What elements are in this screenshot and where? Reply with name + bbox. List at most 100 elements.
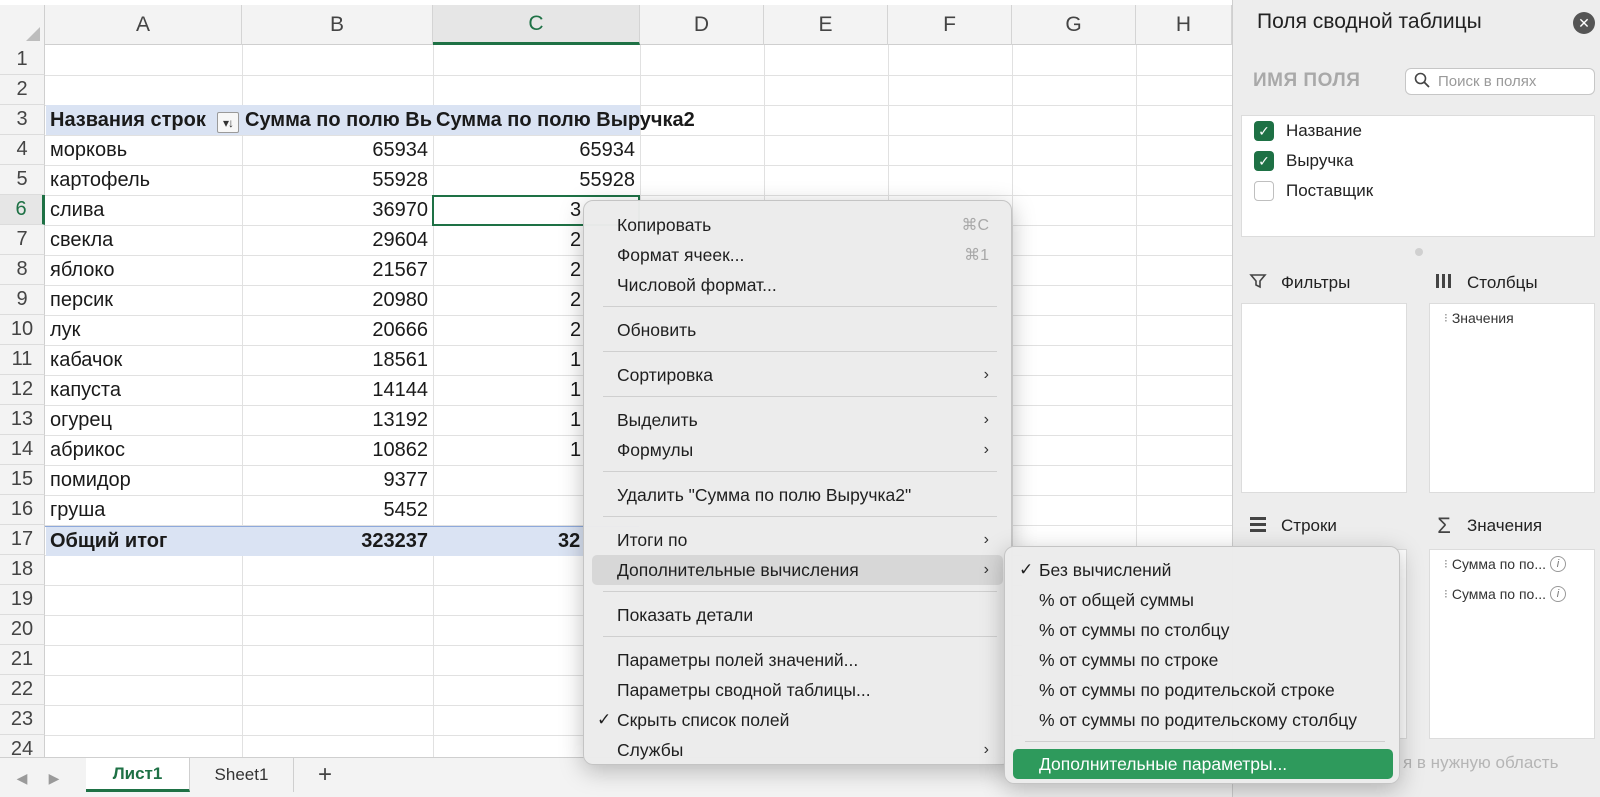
pivot-row-label[interactable]: яблоко: [45, 255, 242, 285]
pivot-value-b[interactable]: 18561: [242, 345, 433, 375]
pivot-value-b[interactable]: 36970: [242, 195, 433, 225]
pivot-value-b[interactable]: 20980: [242, 285, 433, 315]
column-header-d[interactable]: D: [640, 5, 764, 45]
resize-handle[interactable]: [1415, 248, 1423, 256]
menu-item-copy[interactable]: Копировать ⌘C: [592, 210, 1003, 240]
menu-item-pivot-options[interactable]: Параметры сводной таблицы...: [592, 675, 1003, 705]
row-header[interactable]: 5: [0, 165, 45, 195]
sheet-tab-sheet1[interactable]: Sheet1: [190, 758, 294, 792]
pivot-value-c[interactable]: 65934: [433, 135, 640, 165]
pivot-value-b[interactable]: 13192: [242, 405, 433, 435]
column-header-c[interactable]: C: [433, 5, 640, 45]
column-header-g[interactable]: G: [1012, 5, 1136, 45]
pivot-value-c[interactable]: 55928: [433, 165, 640, 195]
pivot-row-label[interactable]: свекла: [45, 225, 242, 255]
menu-item-refresh[interactable]: Обновить: [592, 315, 1003, 345]
row-header[interactable]: 10: [0, 315, 45, 345]
pivot-value-b[interactable]: 65934: [242, 135, 433, 165]
pivot-row-label[interactable]: морковь: [45, 135, 242, 165]
sheet-tab-list1[interactable]: Лист1: [86, 758, 190, 792]
row-header[interactable]: 18: [0, 555, 45, 585]
field-item-name[interactable]: ✓ Название: [1254, 119, 1362, 143]
checkbox-unchecked-icon[interactable]: [1254, 181, 1274, 201]
submenu-item-pct-parent-column[interactable]: % от суммы по родительскому столбцу: [1013, 705, 1393, 735]
row-header[interactable]: 16: [0, 495, 45, 525]
info-icon[interactable]: i: [1550, 586, 1566, 602]
menu-item-show-values-as[interactable]: Дополнительные вычисления ›: [592, 555, 1003, 585]
row-header[interactable]: 20: [0, 615, 45, 645]
pivot-value-b[interactable]: 14144: [242, 375, 433, 405]
field-item-supplier[interactable]: Поставщик: [1254, 179, 1373, 203]
pivot-value-b[interactable]: 10862: [242, 435, 433, 465]
select-all-corner[interactable]: [0, 5, 45, 45]
pivot-value-b[interactable]: 29604: [242, 225, 433, 255]
pivot-value-b[interactable]: 21567: [242, 255, 433, 285]
submenu-item-more-options[interactable]: Дополнительные параметры...: [1013, 749, 1393, 779]
menu-item-formulas[interactable]: Формулы ›: [592, 435, 1003, 465]
pivot-row-label[interactable]: абрикос: [45, 435, 242, 465]
row-header[interactable]: 11: [0, 345, 45, 375]
pivot-row-label[interactable]: капуста: [45, 375, 242, 405]
row-header[interactable]: 17: [0, 525, 45, 555]
pivot-header-sum-revenue[interactable]: Сумма по полю Вь: [242, 105, 433, 135]
menu-item-hide-field-list[interactable]: ✓ Скрыть список полей: [592, 705, 1003, 735]
row-header[interactable]: 15: [0, 465, 45, 495]
row-header[interactable]: 12: [0, 375, 45, 405]
row-header[interactable]: 4: [0, 135, 45, 165]
submenu-item-no-calculation[interactable]: ✓ Без вычислений: [1013, 555, 1393, 585]
pivot-header-sum-revenue2[interactable]: Сумма по полю Выручка2: [433, 105, 713, 135]
pivot-row-label[interactable]: помидор: [45, 465, 242, 495]
row-header[interactable]: 24: [0, 735, 45, 757]
values-item[interactable]: ⁝ Сумма по по... i: [1444, 586, 1566, 602]
row-header[interactable]: 21: [0, 645, 45, 675]
row-header[interactable]: 9: [0, 285, 45, 315]
pivot-header-row-labels[interactable]: Названия строк: [45, 105, 225, 135]
submenu-item-pct-grand-total[interactable]: % от общей суммы: [1013, 585, 1393, 615]
field-item-revenue[interactable]: ✓ Выручка: [1254, 149, 1353, 173]
pivot-row-label[interactable]: огурец: [45, 405, 242, 435]
row-header[interactable]: 23: [0, 705, 45, 735]
add-sheet-icon[interactable]: +: [310, 760, 340, 790]
checkbox-checked-icon[interactable]: ✓: [1254, 151, 1274, 171]
pivot-row-label[interactable]: картофель: [45, 165, 242, 195]
row-header[interactable]: 14: [0, 435, 45, 465]
filters-drop-area[interactable]: [1241, 303, 1407, 493]
columns-item-values[interactable]: ⁝ Значения: [1444, 310, 1514, 326]
pivot-row-label[interactable]: кабачок: [45, 345, 242, 375]
row-header[interactable]: 6: [0, 195, 45, 225]
grand-total-label[interactable]: Общий итог: [45, 526, 242, 556]
menu-item-show-details[interactable]: Показать детали: [592, 600, 1003, 630]
row-header[interactable]: 1: [0, 45, 45, 75]
pivot-value-b[interactable]: 20666: [242, 315, 433, 345]
info-icon[interactable]: i: [1550, 556, 1566, 572]
search-input[interactable]: [1438, 71, 1588, 92]
pivot-filter-dropdown-icon[interactable]: ▾↓: [217, 112, 239, 133]
field-search[interactable]: [1405, 68, 1595, 95]
row-header[interactable]: 22: [0, 675, 45, 705]
column-header-a[interactable]: A: [45, 5, 242, 45]
menu-item-format-cells[interactable]: Формат ячеек... ⌘1: [592, 240, 1003, 270]
pivot-value-b[interactable]: 55928: [242, 165, 433, 195]
menu-item-value-field-settings[interactable]: Параметры полей значений...: [592, 645, 1003, 675]
menu-item-sort[interactable]: Сортировка ›: [592, 360, 1003, 390]
pivot-row-label[interactable]: груша: [45, 495, 242, 525]
submenu-item-pct-column-total[interactable]: % от суммы по столбцу: [1013, 615, 1393, 645]
row-header[interactable]: 13: [0, 405, 45, 435]
grand-total-b[interactable]: 323237: [242, 526, 433, 556]
column-header-f[interactable]: F: [888, 5, 1012, 45]
pivot-value-b[interactable]: 9377: [242, 465, 433, 495]
menu-item-services[interactable]: Службы ›: [592, 735, 1003, 765]
pivot-value-b[interactable]: 5452: [242, 495, 433, 525]
row-header[interactable]: 7: [0, 225, 45, 255]
submenu-item-pct-row-total[interactable]: % от суммы по строке: [1013, 645, 1393, 675]
menu-item-select[interactable]: Выделить ›: [592, 405, 1003, 435]
row-header[interactable]: 19: [0, 585, 45, 615]
prev-sheet-icon[interactable]: ◀: [12, 768, 32, 788]
row-header[interactable]: 8: [0, 255, 45, 285]
pivot-row-label[interactable]: слива: [45, 195, 242, 225]
submenu-item-pct-parent-row[interactable]: % от суммы по родительской строке: [1013, 675, 1393, 705]
column-header-e[interactable]: E: [764, 5, 888, 45]
next-sheet-icon[interactable]: ▶: [44, 768, 64, 788]
column-header-b[interactable]: B: [242, 5, 433, 45]
column-header-h[interactable]: H: [1136, 5, 1232, 45]
